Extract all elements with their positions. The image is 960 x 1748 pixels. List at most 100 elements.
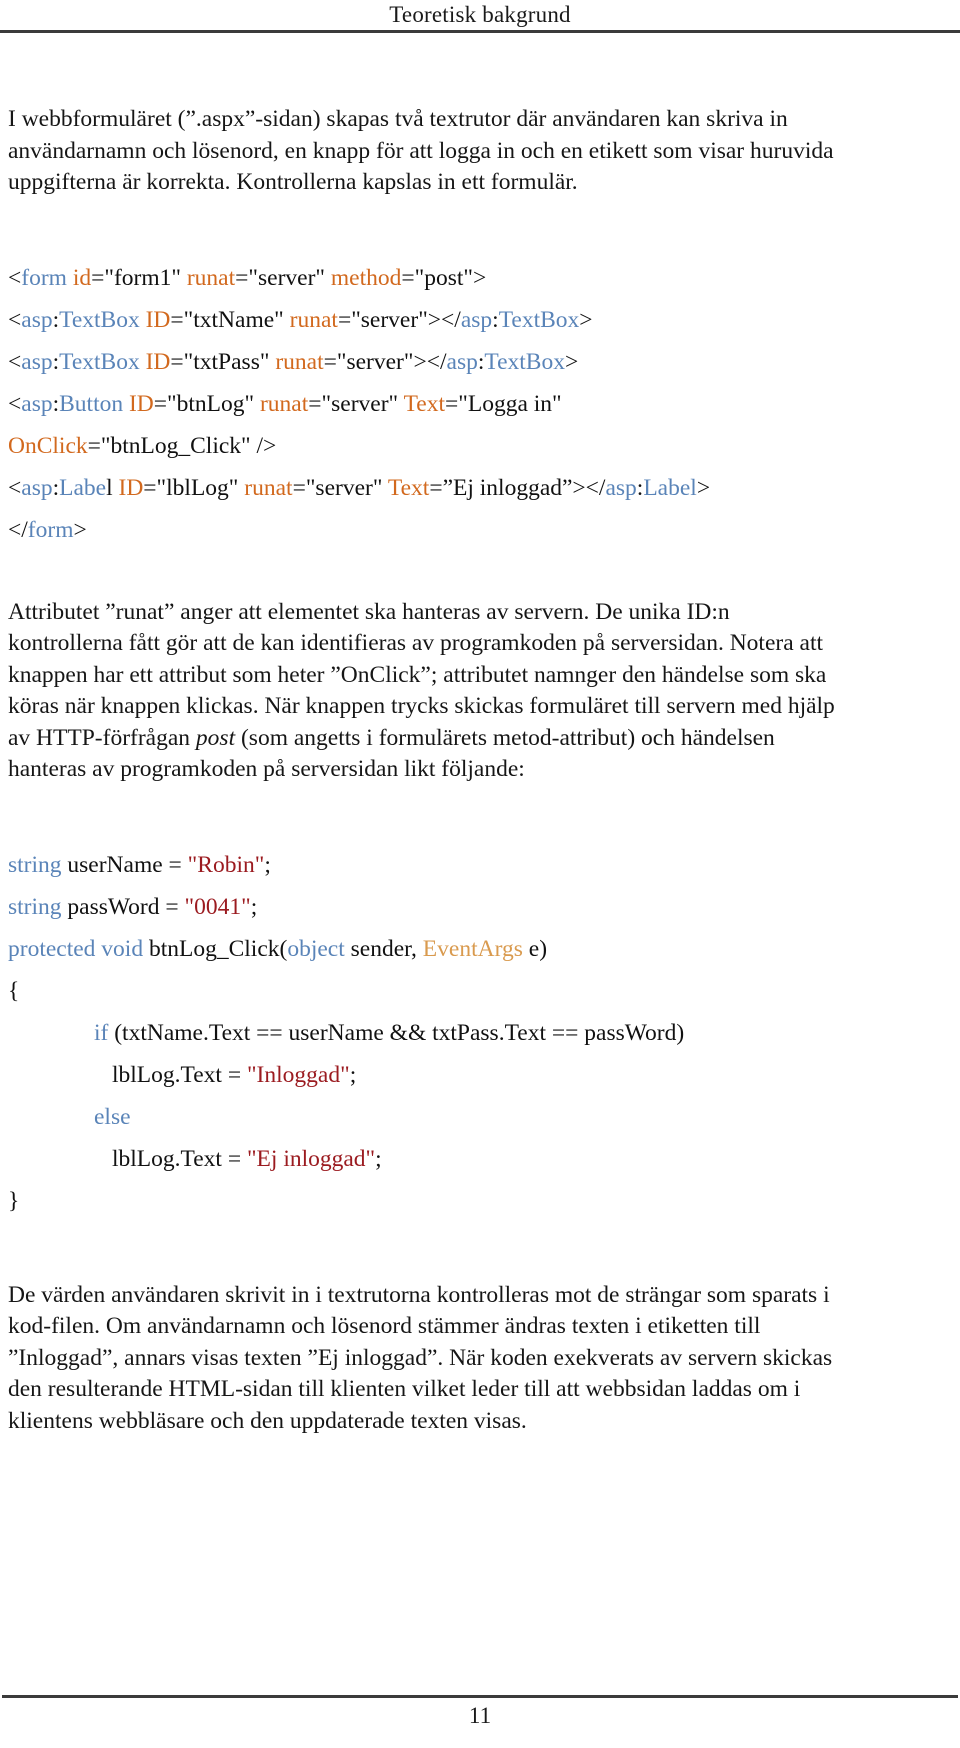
- code-token: lblLog.Text =: [112, 1061, 247, 1088]
- code-token: ="lblLog": [143, 474, 245, 501]
- code-token: TextBox: [484, 348, 565, 375]
- code-token: else: [94, 1103, 131, 1130]
- code-token: ID: [145, 306, 171, 333]
- code-token: ;: [250, 893, 258, 920]
- code-token: ="btnLog": [153, 390, 260, 417]
- code-token: Label: [643, 474, 697, 501]
- document-page: Teoretisk bakgrund I webbformuläret (”.a…: [0, 0, 960, 1748]
- code-line: </form>: [8, 509, 844, 551]
- code-token: {: [8, 977, 20, 1004]
- code-token: </: [8, 516, 28, 543]
- code-token: >: [696, 474, 711, 501]
- aspx-code-block: <form id="form1" runat="server" method="…: [8, 257, 844, 551]
- code-line: {: [8, 970, 844, 1012]
- code-token: TextBox: [59, 348, 140, 375]
- code-token: runat: [244, 474, 293, 501]
- code-token: asp: [21, 390, 53, 417]
- code-token: runat: [275, 348, 324, 375]
- code-token: ="server"></: [337, 306, 461, 333]
- header-title: Teoretisk bakgrund: [389, 2, 571, 27]
- code-token: lblLog.Text =: [112, 1145, 247, 1172]
- code-line: protected void btnLog_Click(object sende…: [8, 928, 844, 970]
- code-token: runat: [186, 264, 236, 291]
- csharp-code-block: string userName = "Robin"; string passWor…: [8, 844, 844, 1222]
- code-line: string passWord = "0041";: [8, 886, 844, 928]
- code-token: passWord =: [61, 893, 185, 920]
- code-token: TextBox: [59, 306, 140, 333]
- code-line: <form id="form1" runat="server" method="…: [8, 257, 844, 299]
- code-token: form: [27, 516, 74, 543]
- code-token: string: [8, 893, 62, 920]
- code-token: ;: [349, 1061, 357, 1088]
- code-token: ="Logga in": [445, 390, 562, 417]
- code-token: ID: [118, 474, 144, 501]
- code-token: Button: [59, 390, 124, 417]
- header-divider: [0, 30, 960, 33]
- code-token: id: [72, 264, 92, 291]
- code-token: sender,: [344, 935, 423, 962]
- code-line: lblLog.Text = "Ej inloggad";: [8, 1138, 844, 1180]
- code-token: Labe: [59, 474, 107, 501]
- page-number: 11: [468, 1703, 492, 1728]
- code-token: asp: [605, 474, 637, 501]
- code-line: }: [8, 1180, 844, 1222]
- code-token: Text: [403, 390, 446, 417]
- code-token: >: [564, 348, 579, 375]
- code-line: else: [8, 1096, 844, 1138]
- page-footer: 11: [0, 1653, 960, 1748]
- code-token: }: [8, 1187, 20, 1214]
- code-token: Text: [387, 474, 430, 501]
- code-token: asp: [460, 306, 493, 333]
- code-token: <: [8, 474, 22, 501]
- code-line: lblLog.Text = "Inloggad";: [8, 1054, 844, 1096]
- code-line: if (txtName.Text == userName && txtPass.…: [8, 1012, 844, 1054]
- code-token: ="server": [292, 474, 388, 501]
- code-line: string userName = "Robin";: [8, 844, 844, 886]
- code-token: method: [330, 264, 402, 291]
- code-token: if: [94, 1019, 109, 1046]
- code-token: TextBox: [498, 306, 580, 333]
- code-token: (txtName.Text == userName && txtPass.Tex…: [108, 1019, 685, 1046]
- code-token: ="server": [235, 264, 331, 291]
- code-token: "Inloggad": [246, 1061, 350, 1088]
- code-token: =”Ej inloggad”></: [429, 474, 606, 501]
- code-line: <asp:Label ID="lblLog" runat="server" Te…: [8, 467, 844, 509]
- code-token: OnClick: [8, 432, 88, 459]
- code-token: ID: [145, 348, 171, 375]
- code-token: string: [8, 851, 62, 878]
- code-token: asp: [21, 348, 53, 375]
- code-token: protected void: [8, 935, 144, 962]
- code-token: >: [73, 516, 87, 543]
- code-token: ="server"></: [323, 348, 447, 375]
- code-line: <asp:TextBox ID="txtName" runat="server"…: [8, 299, 844, 341]
- code-line: <asp:Button ID="btnLog" runat="server" T…: [8, 383, 844, 425]
- code-token: asp: [21, 306, 53, 333]
- code-token: EventArgs: [422, 935, 523, 962]
- code-token: asp: [21, 474, 53, 501]
- code-token: btnLog_Click(: [143, 935, 288, 962]
- code-token: ID: [128, 390, 154, 417]
- code-token: <: [8, 264, 22, 291]
- code-token: object: [287, 935, 345, 962]
- code-token: ;: [375, 1145, 382, 1172]
- code-token: l: [106, 474, 119, 501]
- intro-paragraph: I webbformuläret (”.aspx”-sidan) skapas …: [8, 106, 834, 195]
- code-token: form: [21, 264, 67, 291]
- code-token: e): [522, 935, 548, 962]
- explain-emphasis: post: [195, 724, 236, 751]
- closing-paragraph: De värden användaren skrivit in i textru…: [8, 1281, 833, 1434]
- code-token: ="btnLog_Click" />: [87, 432, 277, 459]
- code-token: <: [8, 390, 22, 417]
- footer-divider: [2, 1695, 958, 1698]
- code-token: "Ej inloggad": [246, 1145, 376, 1172]
- page-content: I webbformuläret (”.aspx”-sidan) skapas …: [8, 104, 844, 1437]
- code-token: ="txtPass": [170, 348, 276, 375]
- code-token: asp: [446, 348, 478, 375]
- code-token: <: [8, 306, 22, 333]
- code-line: <asp:TextBox ID="txtPass" runat="server"…: [8, 341, 844, 383]
- code-token: "Robin": [187, 851, 265, 878]
- page-header: Teoretisk bakgrund: [0, 0, 960, 40]
